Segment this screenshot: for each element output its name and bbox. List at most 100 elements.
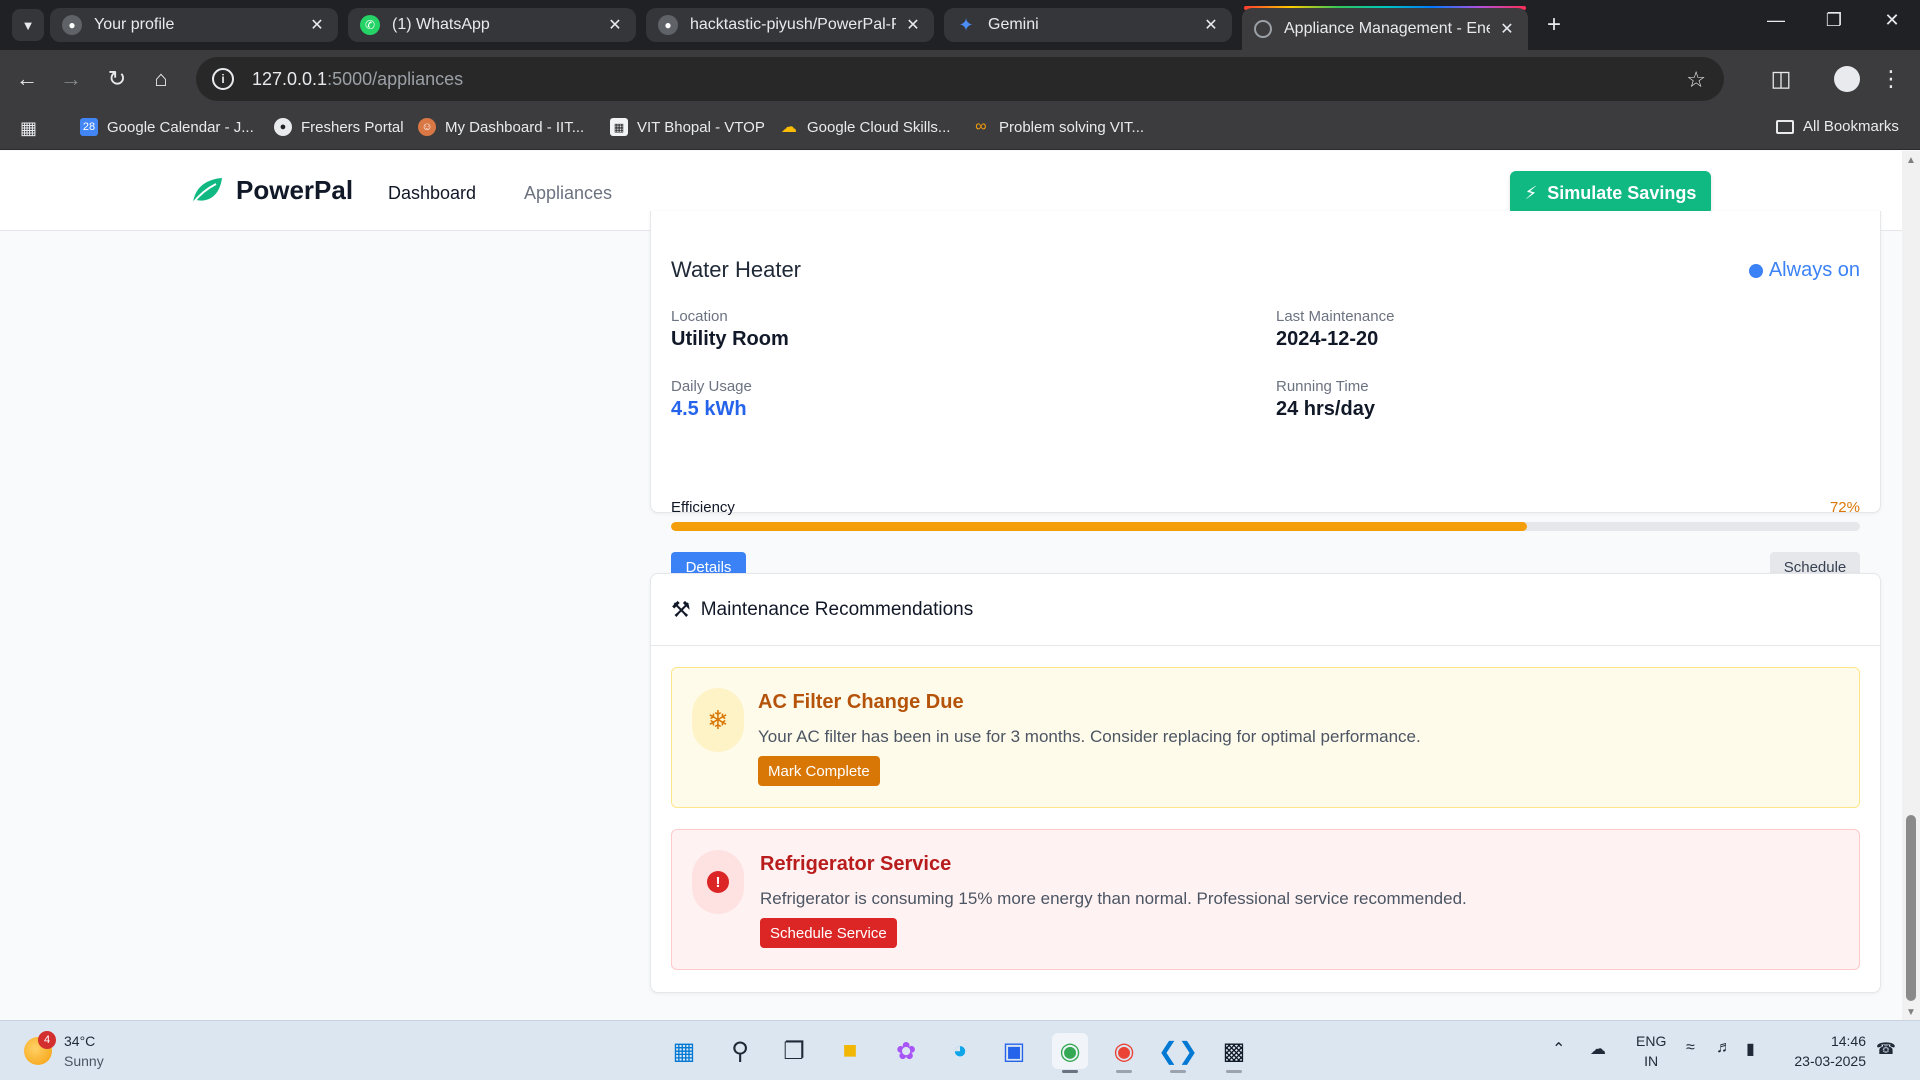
bookmark-my-dashboard[interactable]: ☺ My Dashboard - IIT...	[418, 118, 584, 136]
notification-badge: 4	[38, 1031, 56, 1049]
back-button[interactable]: ←	[12, 64, 42, 94]
folder-icon: ■	[842, 1037, 858, 1064]
windows-icon: ▦	[672, 1037, 696, 1065]
tab-search-button[interactable]: ▼	[12, 9, 44, 41]
bookmark-freshers-portal[interactable]: ● Freshers Portal	[274, 118, 404, 136]
temperature: 34°C	[64, 1033, 96, 1049]
status-badge: Always on	[1748, 259, 1860, 282]
sun-icon: 4	[24, 1031, 56, 1065]
address-bar[interactable]: i 127.0.0.1:5000/appliances ☆	[196, 57, 1724, 101]
file-explorer-button[interactable]: ■	[832, 1033, 868, 1069]
start-button[interactable]: ▦	[666, 1033, 702, 1069]
efficiency-percent: 72%	[1829, 499, 1860, 516]
site-info-icon[interactable]: i	[212, 68, 234, 90]
browser-toolbar: ← → ↻ ⌂ i 127.0.0.1:5000/appliances ☆ ◫ …	[0, 50, 1920, 108]
weather-widget[interactable]: 4 34°C Sunny	[24, 1031, 104, 1071]
scroll-down-icon[interactable]: ▼	[1906, 1007, 1916, 1018]
recommendation-text: Refrigerator is consuming 15% more energ…	[760, 889, 1467, 908]
tab-gemini[interactable]: ✦ Gemini ✕	[944, 8, 1232, 42]
close-icon[interactable]: ✕	[1498, 19, 1516, 39]
bolt-icon: ⚡	[1524, 182, 1538, 203]
vscode-button[interactable]: ❮❯	[1158, 1033, 1198, 1073]
nav-appliances[interactable]: Appliances	[524, 183, 612, 204]
reload-icon: ↻	[107, 66, 127, 91]
reload-button[interactable]: ↻	[102, 64, 132, 94]
terminal-button[interactable]: ▩	[1216, 1033, 1252, 1073]
wifi-icon[interactable]: ≈	[1686, 1039, 1695, 1057]
recommendation-text: Your AC filter has been in use for 3 mon…	[758, 727, 1421, 746]
bookmark-google-calendar[interactable]: 28 Google Calendar - J...	[80, 118, 254, 136]
chrome-icon: ◉	[1113, 1037, 1135, 1065]
scroll-up-icon[interactable]: ▲	[1906, 155, 1916, 166]
arrow-left-icon: ←	[16, 66, 38, 91]
tab-appliance-management[interactable]: Appliance Management - Energ ✕	[1242, 8, 1528, 50]
chrome-profile-button[interactable]: ◉	[1106, 1033, 1142, 1073]
all-bookmarks-button[interactable]: All Bookmarks	[1776, 118, 1899, 135]
close-icon[interactable]: ✕	[308, 15, 326, 35]
restore-button[interactable]: ❐	[1814, 10, 1854, 31]
arrow-right-icon: →	[60, 66, 82, 91]
apps-button[interactable]: ▦	[20, 118, 37, 139]
tab-whatsapp[interactable]: ✆ (1) WhatsApp ✕	[348, 8, 636, 42]
minimize-button[interactable]: —	[1756, 10, 1796, 31]
onedrive-icon[interactable]: ☁	[1590, 1039, 1606, 1059]
page-scrollbar[interactable]: ▲ ▼	[1902, 151, 1920, 1020]
profile-avatar[interactable]	[1832, 64, 1862, 94]
close-window-button[interactable]: ✕	[1872, 10, 1912, 31]
language-indicator[interactable]: ENG IN	[1636, 1031, 1666, 1071]
copilot-button[interactable]: ✿	[888, 1033, 924, 1069]
windows-taskbar: 4 34°C Sunny ▦ ⚲ ❐ ■ ✿ ◕ ▣ ◉ ◉ ❮❯ ▩ ⌃ ☁ …	[0, 1020, 1920, 1080]
github-icon: ●	[658, 15, 678, 35]
search-button[interactable]: ⚲	[722, 1033, 758, 1069]
store-button[interactable]: ▣	[996, 1033, 1032, 1069]
appliance-name: Water Heater	[671, 257, 802, 282]
chevron-down-icon: ▼	[21, 17, 35, 33]
globe-icon: ●	[274, 118, 292, 136]
tray-overflow-button[interactable]: ⌃	[1552, 1039, 1565, 1059]
maintenance-card: ⚒ Maintenance Recommendations ❄ AC Filte…	[650, 573, 1881, 993]
chevron-up-icon: ⌃	[1552, 1041, 1566, 1058]
edge-button[interactable]: ◕	[942, 1033, 978, 1069]
tools-icon: ⚒	[671, 596, 691, 622]
recommendation-ac-filter: ❄ AC Filter Change Due Your AC filter ha…	[671, 667, 1860, 808]
menu-button[interactable]: ⋮	[1876, 64, 1906, 94]
task-view-button[interactable]: ❐	[776, 1033, 812, 1069]
schedule-service-button[interactable]: Schedule Service	[760, 918, 897, 948]
bookmark-star-icon[interactable]: ☆	[1686, 67, 1706, 93]
recommendation-title: Refrigerator Service	[760, 853, 952, 875]
volume-icon[interactable]: ♬	[1716, 1039, 1732, 1057]
kebab-menu-icon: ⋮	[1880, 66, 1902, 91]
tab-github-repo[interactable]: ● hacktastic-piyush/PowerPal-Pro ✕	[646, 8, 934, 42]
extensions-button[interactable]: ◫	[1766, 64, 1796, 94]
tab-your-profile[interactable]: ● Your profile ✕	[50, 8, 338, 42]
task-view-icon: ❐	[783, 1037, 805, 1065]
last-maintenance-label: Last Maintenance	[1276, 308, 1395, 325]
nav-dashboard[interactable]: Dashboard	[388, 183, 476, 204]
close-icon[interactable]: ✕	[904, 15, 922, 35]
leaf-icon	[192, 177, 222, 204]
simulate-savings-button[interactable]: ⚡ Simulate Savings	[1510, 171, 1711, 215]
whatsapp-icon: ✆	[360, 15, 380, 35]
bookmark-problem-solving[interactable]: ∞ Problem solving VIT...	[972, 118, 1144, 136]
url-text[interactable]: 127.0.0.1:5000/appliances	[252, 69, 463, 90]
mark-complete-button[interactable]: Mark Complete	[758, 756, 880, 786]
efficiency-label: Efficiency	[671, 499, 735, 516]
close-icon[interactable]: ✕	[1202, 15, 1220, 35]
close-icon[interactable]: ✕	[606, 15, 624, 35]
home-button[interactable]: ⌂	[146, 64, 176, 94]
new-tab-button[interactable]: +	[1538, 9, 1570, 41]
appliance-card: Water Heater Always on Location Utility …	[650, 211, 1881, 582]
copilot-icon: ✿	[895, 1037, 917, 1065]
system-clock[interactable]: 14:46 23-03-2025	[1794, 1031, 1866, 1071]
scroll-thumb[interactable]	[1906, 815, 1916, 1001]
forward-button[interactable]: →	[56, 64, 86, 94]
bookmark-vit-bhopal[interactable]: ▦ VIT Bhopal - VTOP	[610, 118, 765, 136]
brand-logo-link[interactable]: PowerPal	[190, 175, 353, 206]
battery-icon[interactable]: ▮	[1746, 1039, 1755, 1059]
running-time-value: 24 hrs/day	[1276, 398, 1375, 420]
bookmark-google-cloud[interactable]: ☁ Google Cloud Skills...	[780, 118, 950, 137]
efficiency-bar	[671, 522, 1860, 531]
alert-icon: !	[692, 850, 744, 914]
chrome-button[interactable]: ◉	[1052, 1033, 1088, 1073]
notifications-icon[interactable]: ☎	[1876, 1039, 1896, 1059]
